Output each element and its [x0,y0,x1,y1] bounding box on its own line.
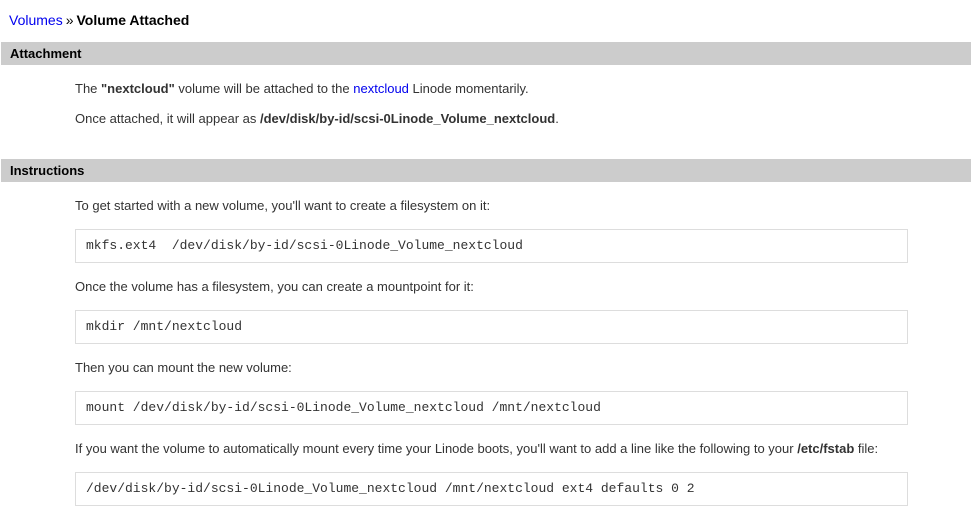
fstab-path: /etc/fstab [797,441,854,456]
section-header-instructions: Instructions [1,159,971,182]
breadcrumb-link-volumes[interactable]: Volumes [9,12,63,28]
breadcrumb: Volumes»Volume Attached [9,12,971,29]
code-block-fstab: /dev/disk/by-id/scsi-0Linode_Volume_next… [75,472,908,506]
breadcrumb-separator: » [66,12,74,28]
instructions-fstab-text: If you want the volume to automatically … [75,441,971,456]
code-block-mkdir: mkdir /mnt/nextcloud [75,310,908,344]
instructions-filesystem-text: To get started with a new volume, you'll… [75,198,971,213]
attachment-section: The "nextcloud" volume will be attached … [1,65,971,159]
attachment-device-path-text: Once attached, it will appear as /dev/di… [75,111,971,126]
attachment-status-text: The "nextcloud" volume will be attached … [75,81,971,96]
instructions-mountpoint-text: Once the volume has a filesystem, you ca… [75,279,971,294]
section-title-instructions: Instructions [10,163,84,178]
volume-attached-page: Volumes»Volume Attached Attachment The "… [0,0,980,525]
section-header-attachment: Attachment [1,42,971,65]
code-block-mount: mount /dev/disk/by-id/scsi-0Linode_Volum… [75,391,908,425]
volume-name: "nextcloud" [101,81,175,96]
section-title-attachment: Attachment [10,46,82,61]
instructions-section: To get started with a new volume, you'll… [1,182,971,525]
device-path: /dev/disk/by-id/scsi-0Linode_Volume_next… [260,111,555,126]
linode-link-nextcloud[interactable]: nextcloud [353,81,409,96]
breadcrumb-current-page: Volume Attached [77,12,190,28]
instructions-mount-text: Then you can mount the new volume: [75,360,971,375]
code-block-mkfs: mkfs.ext4 /dev/disk/by-id/scsi-0Linode_V… [75,229,908,263]
